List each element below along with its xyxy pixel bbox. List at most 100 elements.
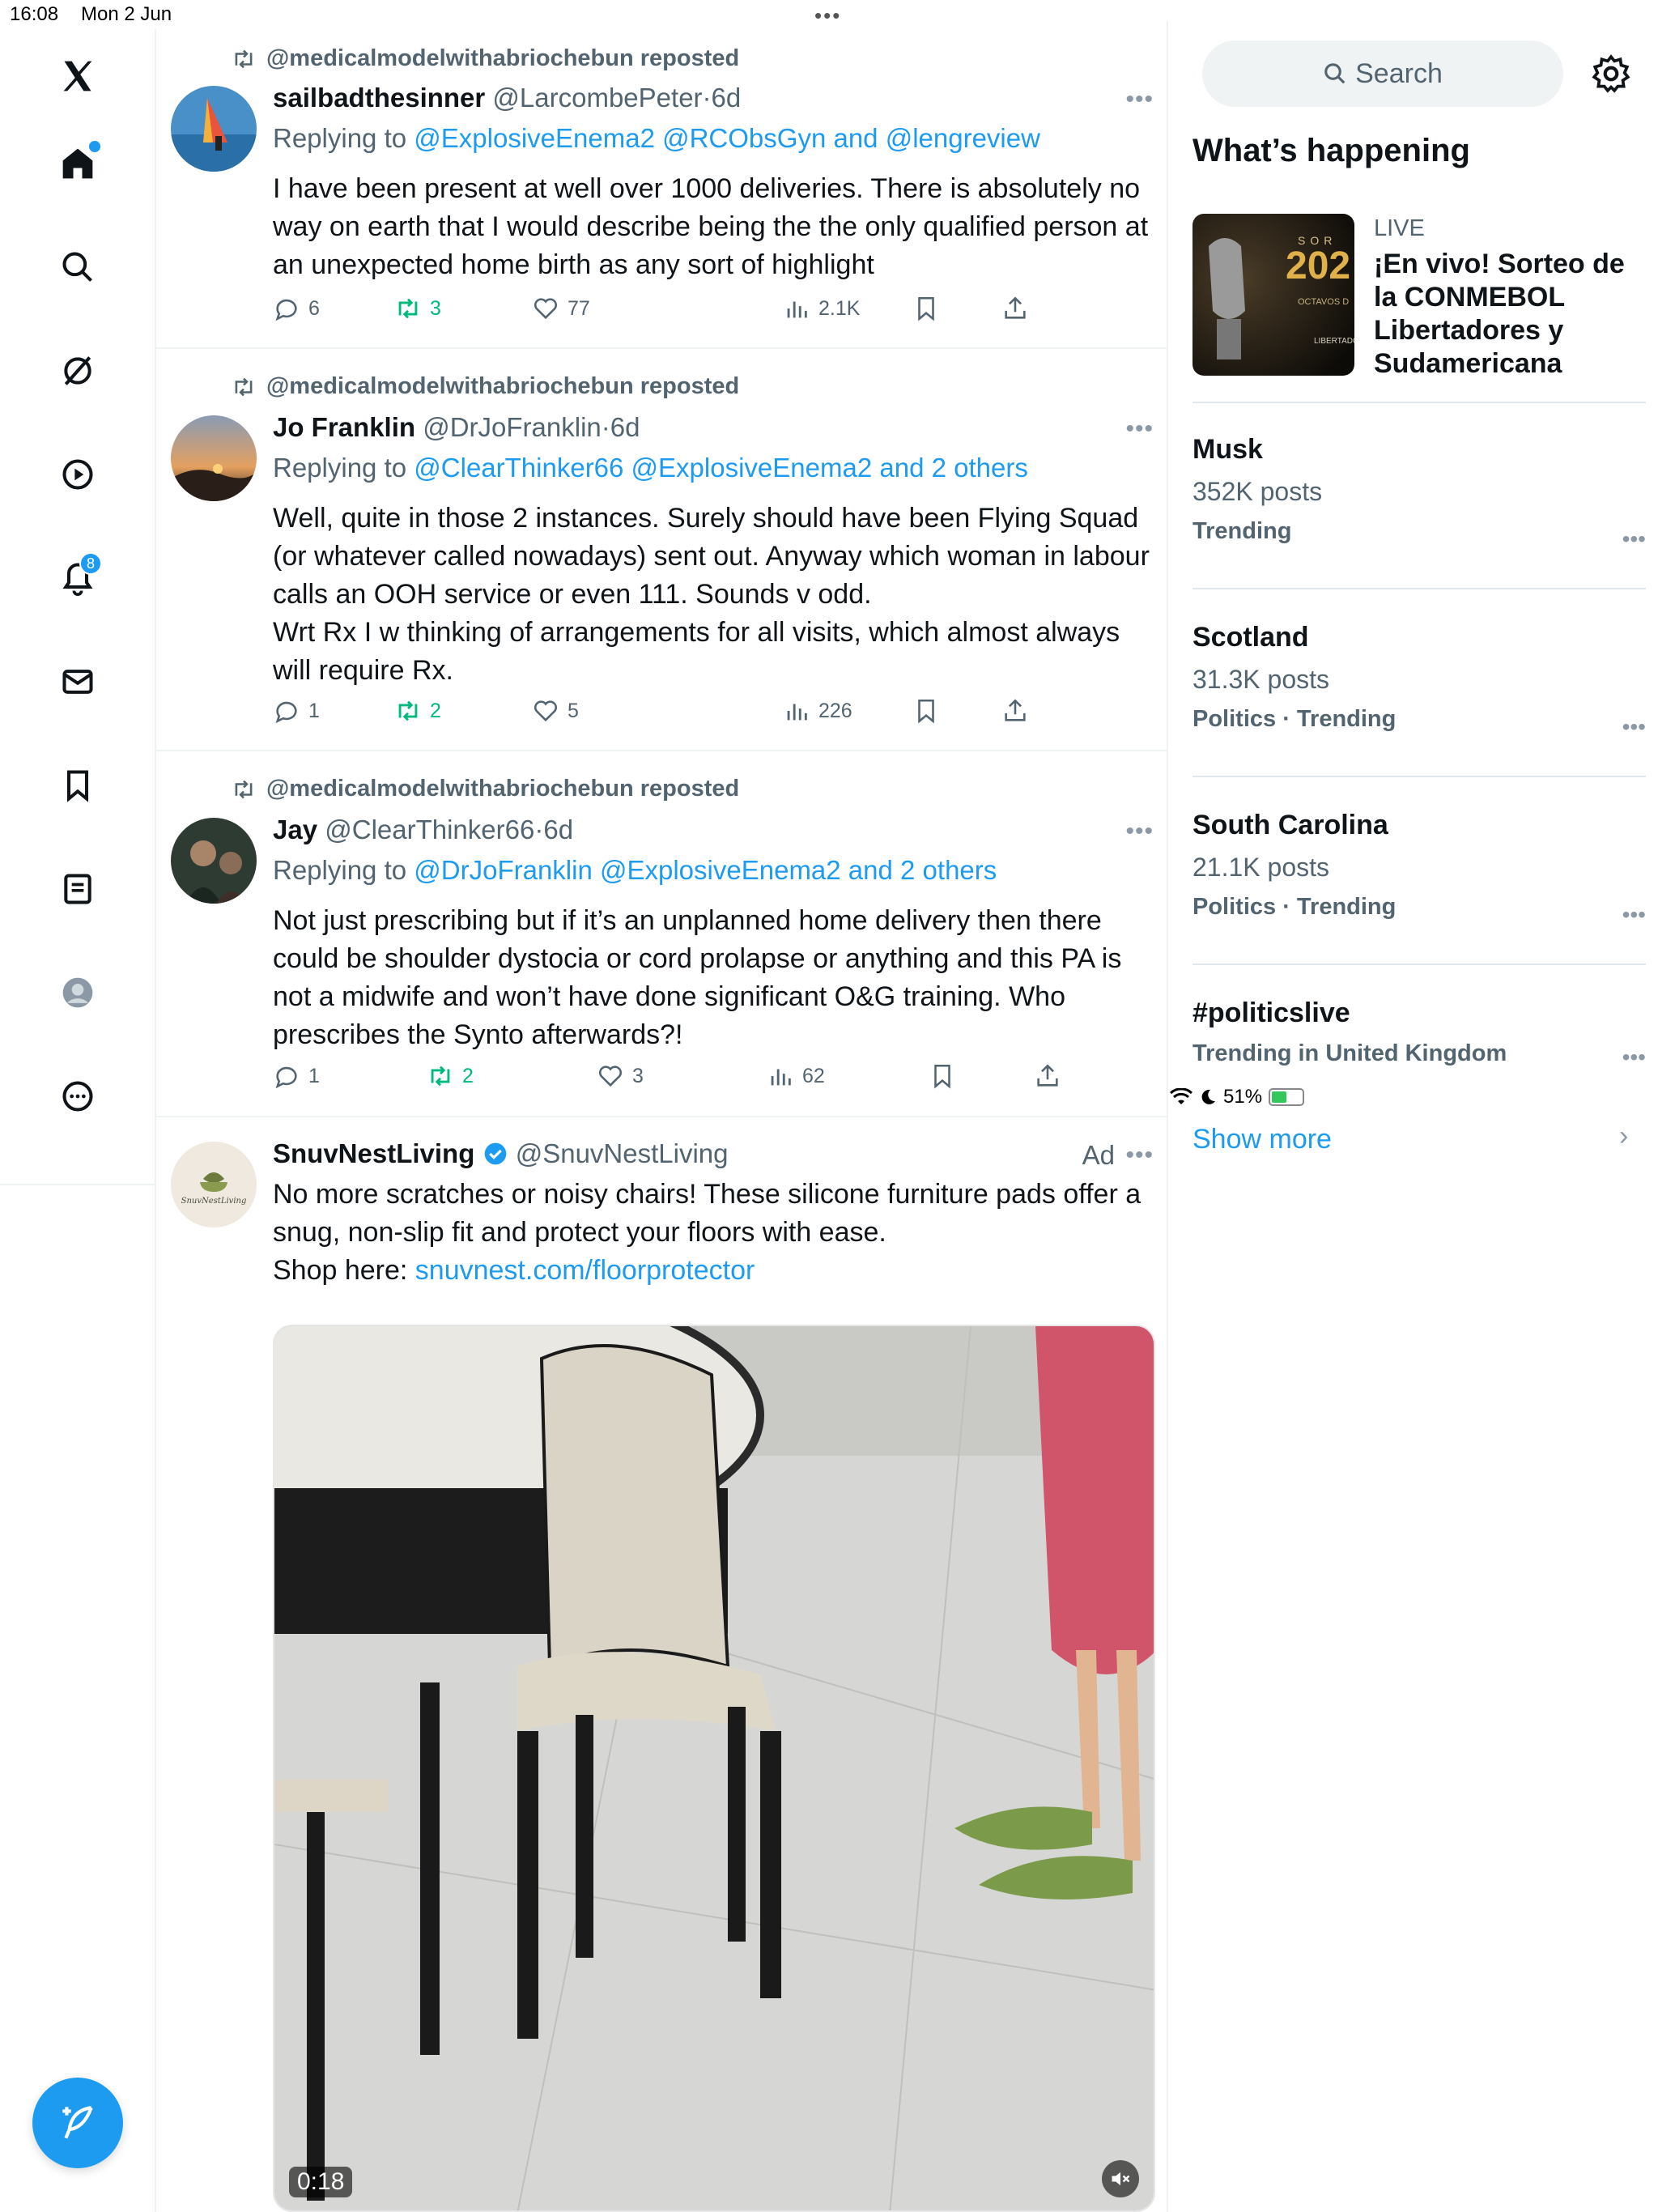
home-icon[interactable] <box>55 141 100 186</box>
right-sidebar: Search What’s happening SOR 202 OCTAVOS … <box>1170 21 1658 2212</box>
post-more-icon[interactable]: ••• <box>1125 818 1154 845</box>
like-button[interactable]: 5 <box>532 697 579 725</box>
live-thumbnail[interactable]: SOR 202 OCTAVOS D LIBERTADO <box>1192 214 1354 376</box>
notifications-icon[interactable]: 8 <box>55 552 102 601</box>
repost-button[interactable]: 2 <box>394 697 441 725</box>
post-time[interactable]: 6d <box>712 83 742 113</box>
post-card[interactable]: @medicalmodelwithabriochebun reposted sa… <box>156 21 1168 349</box>
ad-link[interactable]: snuvnest.com/floorprotector <box>415 1255 755 1286</box>
trend-more-icon[interactable]: ••• <box>1622 714 1646 740</box>
gear-icon[interactable] <box>1591 53 1631 94</box>
share-button[interactable] <box>1001 295 1029 322</box>
replying-prefix: Replying to <box>273 453 407 483</box>
trend-count: 21.1K posts <box>1192 853 1329 882</box>
post-time[interactable]: 6d <box>543 815 573 844</box>
post-more-icon[interactable]: ••• <box>1125 1142 1154 1169</box>
bookmark-button[interactable] <box>912 295 940 322</box>
post-text: I have been present at well over 1000 de… <box>273 173 1149 280</box>
views-button[interactable]: 226 <box>783 697 852 725</box>
share-button[interactable] <box>1034 1062 1061 1090</box>
post-more-icon[interactable]: ••• <box>1125 86 1154 113</box>
replying-prefix: Replying to <box>273 123 407 153</box>
post-text: No more scratches or noisy chairs! These… <box>273 1176 1155 1290</box>
divider <box>1192 963 1646 965</box>
post-card[interactable]: @medicalmodelwithabriochebun reposted Ja… <box>156 751 1168 1117</box>
chevron-right-icon[interactable]: › <box>1619 1121 1628 1152</box>
trend-more-icon[interactable]: ••• <box>1622 902 1646 928</box>
share-button[interactable] <box>1001 697 1029 725</box>
display-name[interactable]: Jay <box>273 815 317 844</box>
views-button[interactable]: 62 <box>767 1062 825 1090</box>
trend-count: 31.3K posts <box>1192 665 1329 694</box>
views-icon <box>771 1069 791 1086</box>
mute-button[interactable] <box>1102 2160 1139 2197</box>
post-time[interactable]: 6d <box>610 412 640 442</box>
reply-button[interactable]: 1 <box>273 697 320 725</box>
user-handle[interactable]: @LarcombePeter <box>492 83 702 113</box>
repost-indicator: @medicalmodelwithabriochebun reposted <box>231 373 739 400</box>
views-button[interactable]: 2.1K <box>783 295 860 322</box>
more-icon[interactable] <box>55 1074 100 1119</box>
avatar[interactable] <box>171 818 257 904</box>
display-name[interactable]: SnuvNestLiving <box>273 1138 474 1168</box>
post-card[interactable]: @medicalmodelwithabriochebun reposted Jo… <box>156 349 1168 751</box>
display-name[interactable]: Jo Franklin <box>273 412 415 442</box>
reply-count: 1 <box>308 699 320 722</box>
repost-small-icon <box>235 780 253 798</box>
trend-item[interactable]: #politicslive Trending in United Kingdom… <box>1192 998 1646 1070</box>
trend-more-icon[interactable]: ••• <box>1622 526 1646 552</box>
trend-item[interactable]: Musk 352K posts Trending ••• <box>1192 434 1646 551</box>
avatar[interactable] <box>171 86 257 172</box>
user-handle[interactable]: @SnuvNestLiving <box>516 1138 729 1168</box>
heart-icon <box>598 1066 623 1087</box>
replying-to: Replying to @ExplosiveEnema2 @RCObsGyn a… <box>273 123 1040 154</box>
ad-post-card[interactable]: SnuvNestLiving SnuvNestLiving @SnuvNestL… <box>156 1117 1168 2212</box>
lists-icon[interactable] <box>55 866 100 912</box>
profile-icon[interactable] <box>55 970 100 1015</box>
trend-item[interactable]: Scotland 31.3K posts Politics · Trending… <box>1192 622 1646 739</box>
user-handle[interactable]: @ClearThinker66 <box>325 815 534 844</box>
compose-button[interactable] <box>32 2078 123 2168</box>
replying-to-links[interactable]: @ExplosiveEnema2 @RCObsGyn and @lengrevi… <box>414 123 1040 153</box>
search-input[interactable]: Search <box>1202 40 1563 107</box>
user-handle[interactable]: @DrJoFranklin <box>423 412 602 442</box>
video-icon[interactable] <box>55 452 100 497</box>
post-header: Jay @ClearThinker66·6d <box>273 815 574 844</box>
bookmarks-icon[interactable] <box>55 763 100 808</box>
search-icon[interactable] <box>55 245 100 290</box>
repost-indicator: @medicalmodelwithabriochebun reposted <box>231 45 739 72</box>
grok-icon[interactable] <box>55 348 100 393</box>
reply-button[interactable]: 1 <box>273 1062 320 1090</box>
reply-button[interactable]: 6 <box>273 295 320 322</box>
share-icon <box>1005 296 1026 319</box>
divider <box>1192 588 1646 589</box>
bookmark-button[interactable] <box>929 1062 956 1090</box>
trend-meta: Trending <box>1192 518 1292 544</box>
display-name[interactable]: sailbadthesinner <box>273 83 485 113</box>
view-count: 62 <box>802 1064 825 1087</box>
avatar[interactable] <box>171 415 257 501</box>
repost-button[interactable]: 2 <box>427 1062 474 1090</box>
messages-icon[interactable] <box>55 659 100 704</box>
ad-video[interactable]: 0:18 <box>273 1325 1155 2212</box>
views-icon <box>787 301 807 318</box>
replying-to-links[interactable]: @DrJoFranklin @ExplosiveEnema2 and 2 oth… <box>414 855 997 885</box>
like-button[interactable]: 77 <box>532 295 590 322</box>
post-more-icon[interactable]: ••• <box>1125 415 1154 443</box>
x-logo-icon[interactable] <box>55 53 100 99</box>
replying-to-links[interactable]: @ClearThinker66 @ExplosiveEnema2 and 2 o… <box>414 453 1028 483</box>
bookmark-button[interactable] <box>912 697 940 725</box>
repost-count: 2 <box>430 699 441 722</box>
like-button[interactable]: 3 <box>597 1062 644 1090</box>
advertiser-avatar[interactable]: SnuvNestLiving <box>171 1142 257 1227</box>
repost-button[interactable]: 3 <box>394 295 441 322</box>
view-count: 226 <box>818 699 852 722</box>
reply-icon <box>275 299 297 321</box>
clock: 16:08 <box>10 3 59 25</box>
nav-divider <box>0 1184 156 1185</box>
trend-item[interactable]: South Carolina 21.1K posts Politics · Tr… <box>1192 810 1646 927</box>
show-more-link[interactable]: Show more <box>1192 1124 1332 1155</box>
live-event-title[interactable]: ¡En vivo! Sorteo de la CONMEBOL Libertad… <box>1374 248 1641 381</box>
trend-more-icon[interactable]: ••• <box>1622 1044 1646 1070</box>
reply-count: 6 <box>308 296 320 320</box>
